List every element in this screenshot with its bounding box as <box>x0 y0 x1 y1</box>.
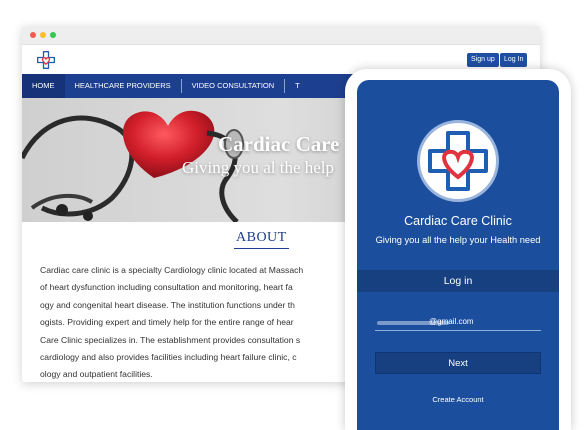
app-subtitle: Giving you all the help your Health need <box>375 235 541 245</box>
signup-button[interactable]: Sign up <box>467 53 499 67</box>
about-line: Care Clinic specializes in. The establis… <box>40 334 301 345</box>
about-line: ology and outpatient facilities. <box>40 369 153 380</box>
heart-cross-logo-icon[interactable] <box>36 50 56 70</box>
about-line: of heart dysfunction including consultat… <box>40 282 293 293</box>
browser-titlebar <box>22 26 540 45</box>
hero-subtitle: Giving you al the help <box>182 158 335 177</box>
login-heading: Log in <box>357 270 559 292</box>
nav-item-more[interactable]: T <box>285 74 310 98</box>
login-button[interactable]: Log In <box>500 53 528 67</box>
maximize-window-icon[interactable] <box>50 32 56 38</box>
next-button[interactable]: Next <box>375 352 541 374</box>
create-account-link[interactable]: Create Account <box>357 395 559 404</box>
app-title: Cardiac Care Clinic <box>404 214 512 228</box>
mobile-phone-frame: Cardiac Care Clinic Giving you all the h… <box>345 69 571 430</box>
about-text: Cardiac care clinic is a specialty Cardi… <box>40 262 370 382</box>
nav-item-home[interactable]: HOME <box>22 70 65 98</box>
nav-item-video-consultation[interactable]: VIDEO CONSULTATION <box>182 74 285 98</box>
minimize-window-icon[interactable] <box>40 32 46 38</box>
mobile-login-screen: Cardiac Care Clinic Giving you all the h… <box>357 80 559 430</box>
close-window-icon[interactable] <box>30 32 36 38</box>
nav-item-healthcare-providers[interactable]: HEALTHCARE PROVIDERS <box>65 74 181 98</box>
about-line: ogists. Providing expert and timely help… <box>40 317 294 328</box>
heart-cross-logo-icon <box>428 131 488 191</box>
app-logo <box>417 120 499 202</box>
about-line: ogy and congenital heart disease. The in… <box>40 299 295 310</box>
about-line: Cardiac care clinic is a specialty Cardi… <box>40 265 304 275</box>
about-line: cardiology and also provides facilities … <box>40 352 297 363</box>
about-heading: ABOUT <box>234 230 289 249</box>
email-domain-text: @gmail.com <box>429 317 474 326</box>
hero-title: Cardiac Care <box>218 132 340 156</box>
